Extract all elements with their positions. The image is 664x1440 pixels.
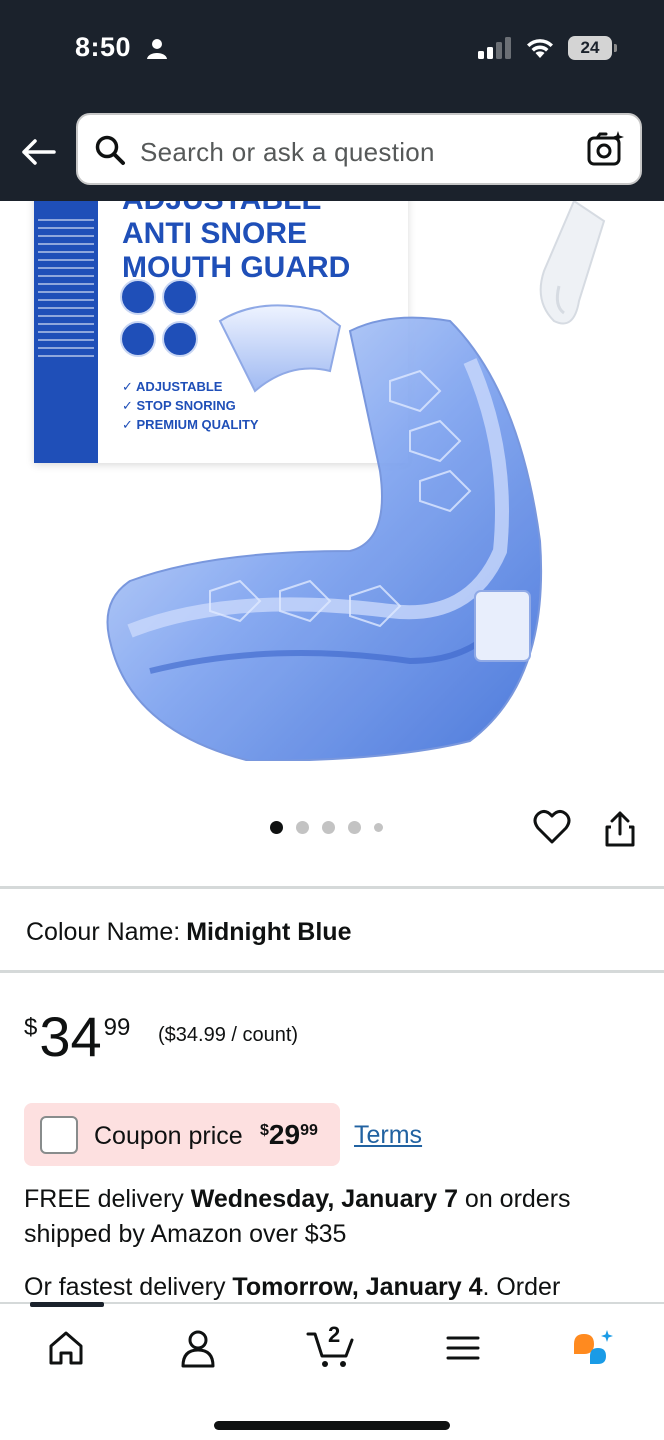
carousel-dot[interactable] (348, 821, 361, 834)
camera-search-icon[interactable] (586, 129, 626, 169)
battery-indicator: 24 (568, 36, 617, 60)
wifi-icon (527, 39, 553, 58)
coupon-terms-link[interactable]: Terms (354, 1121, 422, 1150)
carousel-dot[interactable] (322, 821, 335, 834)
colour-selection: Colour Name: Midnight Blue (26, 918, 351, 947)
search-icon (95, 135, 125, 165)
search-input[interactable]: Search or ask a question (140, 137, 435, 168)
back-arrow-icon (22, 139, 56, 165)
home-icon[interactable] (44, 1326, 88, 1370)
image-carousel-dots[interactable] (270, 821, 383, 834)
wishlist-heart-icon[interactable] (533, 808, 571, 846)
status-icons: 24 (478, 36, 617, 60)
status-time: 8:50 (75, 32, 132, 62)
colour-label: Colour Name: (26, 918, 181, 946)
coupon-label: Coupon price (94, 1122, 243, 1150)
fastest-delivery-info: Or fastest delivery Tomorrow, January 4.… (24, 1273, 561, 1301)
unit-price: ($34.99 / count) (158, 1024, 299, 1046)
delivery-info: FREE delivery Wednesday, January 7 on or… (24, 1185, 571, 1248)
rufus-assistant-icon[interactable] (570, 1326, 614, 1370)
divider (0, 886, 664, 889)
active-tab-indicator (30, 1302, 104, 1307)
signal-icon (478, 37, 511, 59)
cart-button[interactable]: 2 (306, 1322, 358, 1370)
cart-count: 2 (328, 1322, 341, 1347)
home-indicator-bar (214, 1421, 450, 1430)
coupon-box[interactable]: Coupon price $29 99 (24, 1103, 340, 1166)
colour-value: Midnight Blue (186, 918, 352, 946)
divider (0, 970, 664, 973)
carousel-dot[interactable] (270, 821, 283, 834)
share-icon[interactable] (601, 810, 639, 848)
box-side-panel (34, 201, 98, 463)
coupon-checkbox[interactable] (40, 1116, 78, 1154)
back-button[interactable] (18, 132, 58, 172)
mouth-guard-image (106, 304, 543, 761)
product-image[interactable]: ADJUSTABLE ANTI SNORE MOUTH GUARD ✓ ADJU… (0, 201, 664, 791)
price-fraction: 99 (103, 1014, 131, 1041)
box-title: ADJUSTABLE ANTI SNORE MOUTH GUARD (122, 201, 351, 284)
fastest-delivery-date: Tomorrow, January 4 (232, 1273, 483, 1301)
top-header: 8:50 24 Search or ask a question (0, 0, 664, 201)
carousel-dot[interactable] (374, 823, 383, 832)
carousel-dot[interactable] (296, 821, 309, 834)
bottom-navigation: 2 (0, 1302, 664, 1440)
search-bar[interactable]: Search or ask a question (76, 113, 642, 185)
focus-person-icon (147, 39, 167, 59)
price-whole: 34 (39, 1005, 102, 1068)
coupon-price: $29 99 (260, 1119, 318, 1150)
account-icon[interactable] (176, 1326, 220, 1370)
delivery-date: Wednesday, January 7 (190, 1185, 458, 1213)
price: $ 34 99 (24, 1008, 130, 1066)
price-symbol: $ (24, 1014, 38, 1041)
menu-icon[interactable] (441, 1326, 485, 1370)
